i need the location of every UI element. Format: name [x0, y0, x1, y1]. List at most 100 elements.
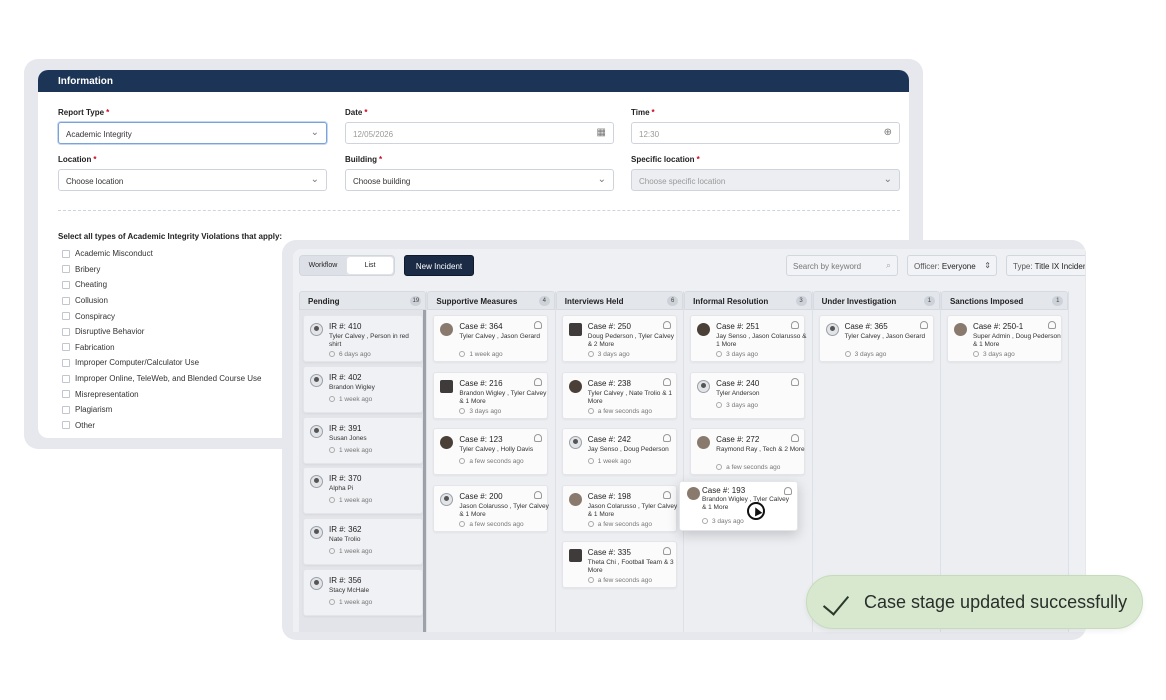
- case-card[interactable]: Case #: 242 Jay Senso , Doug Pederson 1 we…: [561, 428, 677, 475]
- violation-option[interactable]: Conspiracy: [62, 308, 261, 324]
- person-icon[interactable]: [662, 547, 671, 555]
- person-icon[interactable]: [791, 434, 800, 442]
- violation-option[interactable]: Plagiarism: [62, 402, 261, 418]
- checkbox[interactable]: [62, 374, 70, 383]
- calendar-icon[interactable]: ▦: [597, 127, 606, 138]
- checkbox[interactable]: [62, 327, 70, 336]
- column-body: Case #: 364 Tyler Calvey , Jason Gerard 1 …: [427, 310, 555, 632]
- clock-icon: [459, 407, 466, 414]
- case-card[interactable]: Case #: 250 Doug Pederson , Tyler Calvey …: [561, 315, 677, 362]
- incident-card[interactable]: IR #: 370 Alpha Pi 1 week ago: [303, 467, 423, 515]
- date-input[interactable]: 12/05/2026 ▦: [345, 122, 614, 144]
- person-icon[interactable]: [791, 321, 800, 329]
- new-incident-button[interactable]: New Incident: [404, 255, 474, 276]
- time-text: a few seconds ago: [597, 577, 652, 584]
- violation-option[interactable]: Bribery: [62, 262, 261, 278]
- specific-location-select[interactable]: Choose specific location ⌄: [631, 169, 900, 191]
- incident-card[interactable]: IR #: 362 Nate Trolio 1 week ago: [303, 518, 423, 566]
- time-text: 3 days ago: [982, 351, 1015, 358]
- violation-option[interactable]: Collusion: [62, 293, 261, 309]
- clock-icon[interactable]: ⊕: [884, 127, 892, 138]
- case-card[interactable]: Case #: 198 Jason Colarusso , Tyler Calve…: [561, 484, 677, 532]
- clock-icon: [702, 518, 708, 524]
- date-label: Date *: [345, 108, 368, 117]
- checkbox[interactable]: [62, 280, 70, 289]
- person-icon[interactable]: [784, 487, 792, 495]
- checkbox[interactable]: [62, 421, 70, 430]
- time-text: 1 week ago: [339, 548, 373, 556]
- violation-option[interactable]: Cheating: [62, 277, 261, 293]
- checkbox[interactable]: [62, 265, 70, 274]
- case-card[interactable]: Case #: 240 Tyler Anderson 3 days ago: [690, 371, 806, 419]
- violation-option[interactable]: Improper Computer/Calculator Use: [62, 355, 261, 371]
- case-card[interactable]: Case #: 251 Jay Senso , Jason Colarusso &…: [690, 315, 807, 362]
- checkbox[interactable]: [62, 312, 70, 321]
- case-card[interactable]: Case #: 335 Theta Chi , Football Team & 3…: [561, 541, 677, 588]
- column-pending[interactable]: Pending 19 IR #: 410 Tyler Calvey , Person …: [299, 291, 428, 632]
- avatar: [953, 323, 967, 336]
- case-card[interactable]: Case #: 250-1 Super Admin , Doug Pederson…: [946, 315, 1062, 362]
- case-card[interactable]: Case #: 200 Jason Colarusso , Tyler Calve…: [433, 484, 549, 532]
- person-icon[interactable]: [919, 321, 928, 329]
- person-icon[interactable]: [662, 490, 671, 499]
- column-interviews-held[interactable]: Interviews Held 6 Case #: 250 Doug Pederson…: [555, 291, 685, 632]
- person-icon[interactable]: [1047, 321, 1056, 329]
- person-icon[interactable]: [662, 321, 671, 329]
- person-icon[interactable]: [662, 377, 671, 386]
- violation-option[interactable]: Misrepresentation: [62, 386, 261, 402]
- person-icon[interactable]: [791, 377, 800, 386]
- case-number: Case #: 251: [716, 322, 760, 331]
- checkbox[interactable]: [62, 405, 70, 414]
- person-icon[interactable]: [534, 321, 543, 329]
- incident-card[interactable]: IR #: 410 Tyler Calvey , Person in red sh…: [303, 315, 423, 362]
- list-view-button[interactable]: List: [347, 257, 393, 274]
- dragging-case-card[interactable]: Case #: 193 Brandon Wigley , Tyler Calve…: [679, 481, 798, 531]
- search-input[interactable]: Search by keyword ⌕: [786, 255, 898, 276]
- checkbox[interactable]: [62, 296, 70, 305]
- time-text: a few seconds ago: [469, 520, 524, 528]
- incident-card[interactable]: IR #: 391 Susan Jones 1 week ago: [303, 416, 423, 464]
- case-card[interactable]: Case #: 364 Tyler Calvey , Jason Gerard 1 …: [433, 315, 549, 362]
- person-icon[interactable]: [534, 490, 543, 499]
- case-card[interactable]: Case #: 123 Tyler Calvey , Holly Davis a f…: [433, 428, 549, 475]
- violation-option[interactable]: Academic Misconduct: [62, 246, 261, 262]
- checkbox[interactable]: [62, 249, 70, 258]
- violation-option[interactable]: Improper Online, TeleWeb, and Blended Co…: [62, 371, 261, 387]
- column-supportive-measures[interactable]: Supportive Measures 4 Case #: 364 Tyler Cal…: [427, 291, 556, 632]
- chevron-down-icon: ⌄: [597, 174, 606, 185]
- building-select[interactable]: Choose building ⌄: [345, 169, 614, 191]
- workflow-view-button[interactable]: Workflow: [300, 256, 346, 275]
- location-select[interactable]: Choose location ⌄: [58, 169, 327, 191]
- chevron-down-icon: ⌄: [310, 174, 319, 185]
- case-time: 3 days ago: [702, 518, 744, 525]
- time-input[interactable]: 12:30 ⊕: [631, 122, 900, 144]
- case-card[interactable]: Case #: 365 Tyler Calvey , Jason Gerard 3 …: [818, 315, 934, 362]
- chevron-down-icon: ⌄: [310, 127, 319, 138]
- case-time: a few seconds ago: [587, 407, 652, 415]
- violation-option[interactable]: Disruptive Behavior: [62, 324, 261, 340]
- violation-option[interactable]: Fabrication: [62, 340, 261, 356]
- person-icon[interactable]: [662, 434, 671, 442]
- checkbox[interactable]: [62, 390, 70, 399]
- officer-filter[interactable]: Officer: Everyone ⇕: [907, 255, 997, 276]
- clock-icon: [716, 351, 723, 357]
- case-card[interactable]: Case #: 238 Tyler Calvey , Nate Trolio & …: [561, 371, 677, 419]
- chevron-down-icon: ⌄: [883, 174, 892, 185]
- person-icon[interactable]: [534, 434, 543, 442]
- column-informal-resolution[interactable]: Informal Resolution 3 Case #: 251 Jay Senso…: [684, 291, 813, 632]
- checkbox[interactable]: [62, 358, 70, 367]
- checkbox[interactable]: [62, 343, 70, 352]
- report-type-select[interactable]: Academic Integrity ⌄: [58, 122, 327, 144]
- column-header: Under Investigation 1: [812, 291, 940, 310]
- violation-option[interactable]: Other: [62, 418, 261, 434]
- case-card[interactable]: Case #: 272 Raymond Ray , Tech & 2 More a …: [690, 428, 806, 475]
- column-header: Sanctions Imposed 1: [940, 291, 1069, 310]
- incident-card[interactable]: IR #: 402 Brandon Wigley 1 week ago: [303, 365, 423, 413]
- incident-card[interactable]: IR #: 356 Stacy McHale 1 week ago: [303, 569, 423, 616]
- case-card[interactable]: Case #: 216 Brandon Wigley , Tyler Calvey…: [433, 371, 549, 419]
- person-icon[interactable]: [534, 377, 543, 386]
- avatar: [310, 373, 323, 387]
- column-count-badge: 3: [795, 296, 807, 306]
- case-parties: Tyler Calvey , Jason Gerard: [459, 333, 540, 340]
- type-filter[interactable]: Type: Title IX Incident: [1006, 255, 1085, 276]
